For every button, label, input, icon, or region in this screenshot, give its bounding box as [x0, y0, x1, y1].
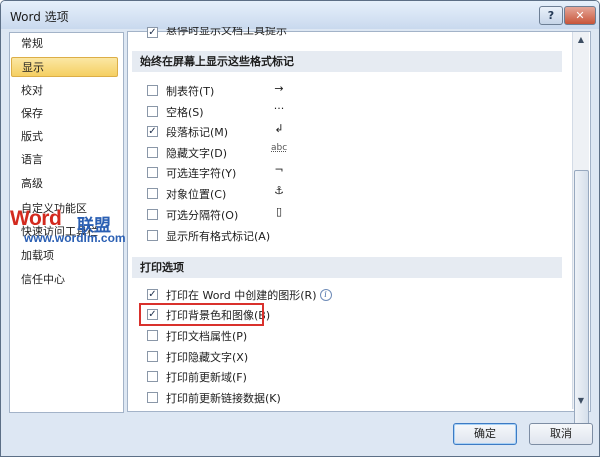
option-label: 打印前更新域(F) — [166, 370, 247, 384]
checkbox[interactable] — [147, 230, 158, 241]
help-button[interactable]: ? — [539, 6, 563, 25]
option-print-drawings[interactable]: ✓ 打印在 Word 中创建的图形(R) i — [147, 286, 332, 303]
close-button[interactable]: ✕ — [564, 6, 596, 25]
option-hover-tooltips[interactable]: ✓ 悬停时显示文档工具提示 — [147, 27, 287, 38]
option-label: 打印前更新链接数据(K) — [166, 391, 281, 405]
option-label: 显示所有格式标记(A) — [166, 229, 271, 243]
checkbox[interactable] — [147, 330, 158, 341]
checkbox[interactable] — [147, 371, 158, 382]
scroll-up-icon[interactable]: ▲ — [575, 34, 587, 46]
highlight-box — [139, 303, 264, 326]
sidebar-item-quick-access-toolbar[interactable]: 快速访问工具栏 — [11, 222, 118, 242]
space-mark-icon: ··· — [273, 102, 285, 115]
checkbox[interactable]: ✓ — [147, 126, 158, 137]
vertical-scrollbar[interactable]: ▲ ▼ — [572, 32, 589, 431]
checkbox[interactable] — [147, 106, 158, 117]
sidebar-item-proofing[interactable]: 校对 — [11, 81, 118, 101]
checkbox[interactable]: ✓ — [147, 27, 158, 38]
sidebar-item-trust-center[interactable]: 信任中心 — [11, 270, 118, 290]
checkbox[interactable]: ✓ — [147, 289, 158, 300]
option-label: 段落标记(M) — [166, 125, 229, 139]
window-title: Word 选项 — [10, 10, 69, 24]
checkbox[interactable] — [147, 351, 158, 362]
checkbox[interactable] — [147, 147, 158, 158]
option-label: 悬停时显示文档工具提示 — [166, 27, 287, 37]
option-print-doc-properties[interactable]: 打印文档属性(P) — [147, 327, 247, 344]
section-heading-format-marks: 始终在屏幕上显示这些格式标记 — [132, 51, 562, 72]
option-optional-breaks[interactable]: 可选分隔符(O) — [147, 206, 238, 223]
paragraph-mark-icon: ↲ — [274, 122, 284, 135]
option-update-fields-before-print[interactable]: 打印前更新域(F) — [147, 368, 247, 385]
option-label: 隐藏文字(D) — [166, 146, 228, 160]
option-tab-characters[interactable]: 制表符(T) — [147, 82, 214, 99]
info-icon[interactable]: i — [319, 288, 332, 301]
option-show-all-marks[interactable]: 显示所有格式标记(A) — [147, 227, 270, 244]
option-object-anchors[interactable]: 对象位置(C) — [147, 185, 226, 202]
option-hidden-text[interactable]: 隐藏文字(D) — [147, 144, 227, 161]
sidebar-item-display[interactable]: 显示 — [11, 57, 118, 77]
close-icon: ✕ — [575, 9, 585, 22]
option-label: 空格(S) — [166, 105, 204, 119]
sidebar-item-save[interactable]: 保存 — [11, 104, 118, 124]
title-bar: Word 选项 ? ✕ — [1, 1, 599, 29]
hidden-text-mark-icon: abc — [271, 143, 288, 153]
option-label: 打印文档属性(P) — [166, 329, 248, 343]
sidebar-item-advanced[interactable]: 高级 — [11, 174, 118, 194]
sidebar-item-customize-ribbon[interactable]: 自定义功能区 — [11, 199, 118, 219]
option-print-hidden-text[interactable]: 打印隐藏文字(X) — [147, 348, 248, 365]
cancel-button[interactable]: 取消 — [529, 423, 593, 445]
sidebar-item-add-ins[interactable]: 加载项 — [11, 246, 118, 266]
option-update-linked-data-before-print[interactable]: 打印前更新链接数据(K) — [147, 389, 281, 406]
scroll-thumb[interactable] — [574, 170, 589, 431]
checkbox[interactable] — [147, 167, 158, 178]
sidebar-item-language[interactable]: 语言 — [11, 150, 118, 170]
checkbox[interactable] — [147, 392, 158, 403]
tab-mark-icon: → — [274, 82, 284, 95]
sidebar-item-layout[interactable]: 版式 — [11, 127, 118, 147]
ok-button[interactable]: 确定 — [453, 423, 517, 445]
option-label: 制表符(T) — [166, 84, 215, 98]
option-label: 打印在 Word 中创建的图形(R) — [166, 288, 317, 302]
optional-hyphen-mark-icon: ¬ — [274, 163, 284, 176]
option-label: 对象位置(C) — [166, 187, 227, 201]
optional-break-mark-icon: ▯ — [275, 205, 283, 218]
help-icon: ? — [547, 9, 555, 22]
sidebar-item-general[interactable]: 常规 — [11, 34, 118, 54]
option-label: 可选分隔符(O) — [166, 208, 239, 222]
option-optional-hyphens[interactable]: 可选连字符(Y) — [147, 164, 236, 181]
option-label: 打印隐藏文字(X) — [166, 350, 249, 364]
checkbox[interactable] — [147, 209, 158, 220]
option-paragraph-marks[interactable]: ✓ 段落标记(M) — [147, 123, 228, 140]
option-label: 可选连字符(Y) — [166, 166, 237, 180]
option-spaces[interactable]: 空格(S) — [147, 103, 204, 120]
checkbox[interactable] — [147, 188, 158, 199]
anchor-icon: ⚓ — [274, 184, 284, 197]
checkbox[interactable] — [147, 85, 158, 96]
scroll-down-icon[interactable]: ▼ — [575, 395, 587, 407]
section-heading-print-options: 打印选项 — [132, 257, 562, 278]
